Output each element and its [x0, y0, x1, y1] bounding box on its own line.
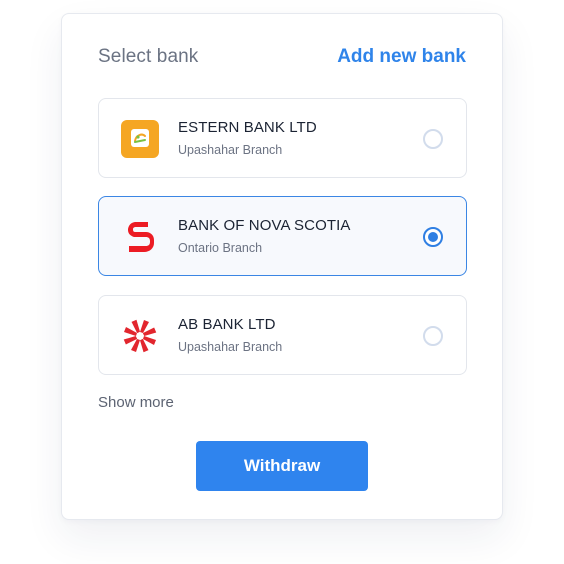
- bank-name: BANK OF NOVA SCOTIA: [178, 217, 351, 234]
- bank-option-ab-bank[interactable]: AB BANK LTD Upashahar Branch: [98, 295, 467, 375]
- bank-option-nova-scotia[interactable]: BANK OF NOVA SCOTIA Ontario Branch: [98, 196, 467, 276]
- bank-branch: Upashahar Branch: [178, 340, 283, 354]
- withdraw-button[interactable]: Withdraw: [196, 441, 368, 491]
- scotiabank-logo-icon: [121, 218, 159, 256]
- ab-bank-logo-icon: [121, 317, 159, 355]
- estern-bank-logo-icon: [121, 120, 159, 158]
- show-more-link[interactable]: Show more: [98, 394, 174, 411]
- card-title: Select bank: [98, 46, 199, 67]
- bank-radio-unchecked[interactable]: [423, 129, 443, 149]
- bank-radio-checked[interactable]: [423, 227, 443, 247]
- bank-branch: Upashahar Branch: [178, 143, 283, 157]
- select-bank-card: Select bank Add new bank ESTERN BANK LTD…: [61, 13, 503, 520]
- bank-branch: Ontario Branch: [178, 241, 263, 255]
- bank-option-estern[interactable]: ESTERN BANK LTD Upashahar Branch: [98, 98, 467, 178]
- bank-name: AB BANK LTD: [178, 316, 276, 333]
- add-new-bank-link[interactable]: Add new bank: [337, 46, 466, 68]
- bank-radio-unchecked[interactable]: [423, 326, 443, 346]
- bank-name: ESTERN BANK LTD: [178, 119, 317, 136]
- card-header: Select bank Add new bank: [98, 44, 466, 70]
